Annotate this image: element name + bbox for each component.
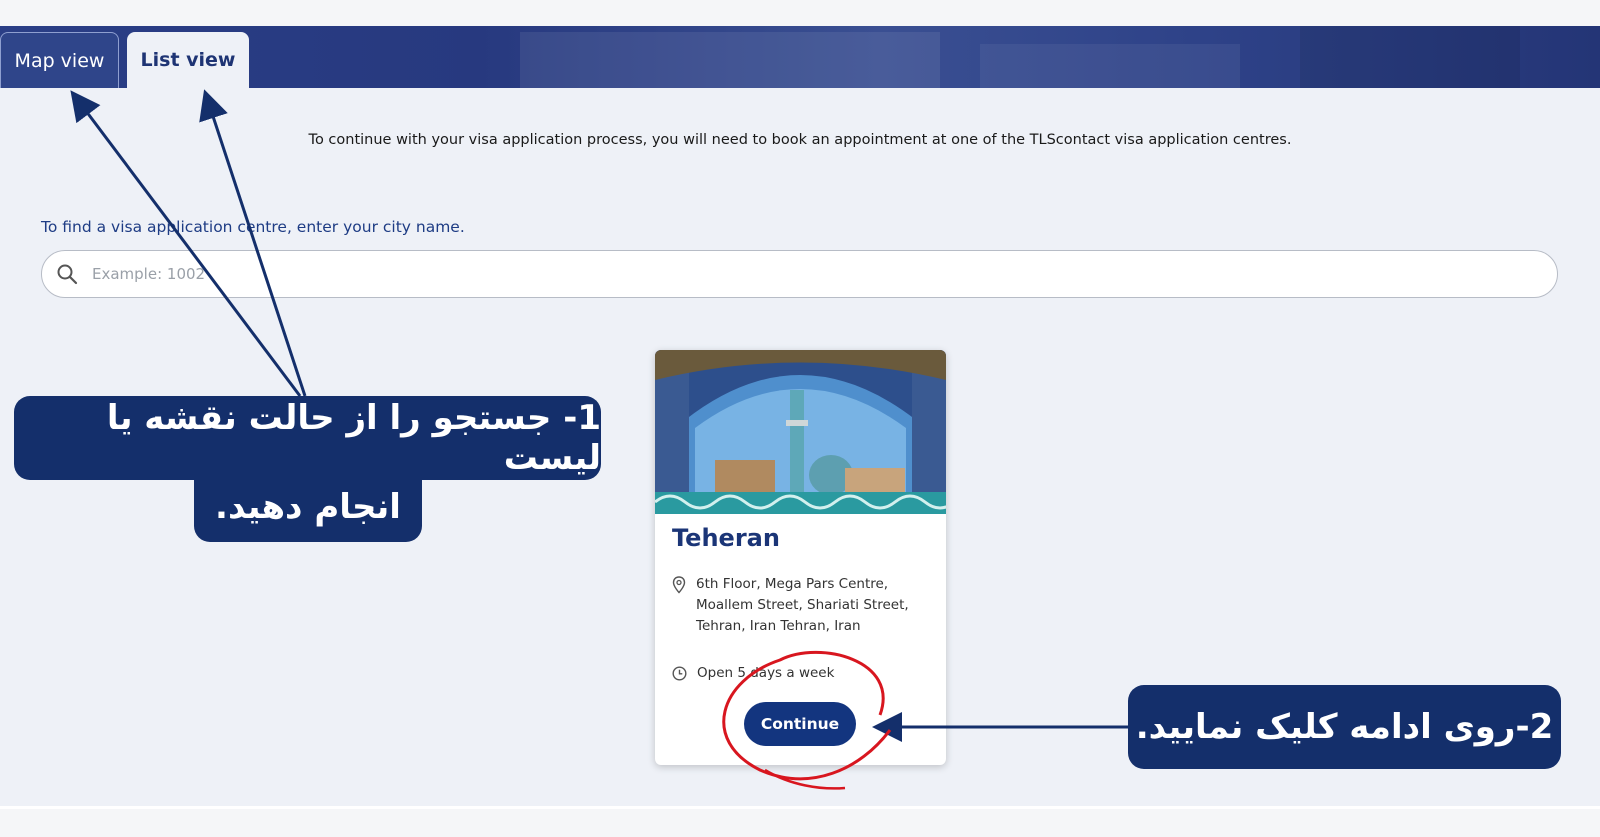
annotation-step1-line2: انجام دهید. [194,472,422,542]
footer-divider [0,806,1600,809]
intro-text: To continue with your visa application p… [308,132,1292,148]
hours-row: Open 5 days a week [672,665,834,681]
opening-hours: Open 5 days a week [697,665,835,681]
centre-address: 6th Floor, Mega Pars Centre, Moallem Str… [696,576,909,634]
centre-card: Teheran 6th Floor, Mega Pars Centre, Moa… [655,350,946,765]
tab-list-view[interactable]: List view [127,32,249,88]
search-box[interactable] [41,250,1558,298]
centre-city-name: Teheran [672,524,780,552]
address-row: 6th Floor, Mega Pars Centre, Moallem Str… [672,574,937,637]
search-icon [57,264,78,285]
tab-map-view[interactable]: Map view [0,32,119,88]
continue-button[interactable]: Continue [744,702,856,746]
mosque-image [655,350,946,514]
annotation-step1-line1: 1- جستجو را از حالت نقشه یا لیست [14,396,601,480]
annotation-step2: 2-روی ادامه کلیک نمایید. [1128,685,1561,769]
city-search-input[interactable] [90,264,1494,284]
location-pin-icon [672,576,686,594]
search-label: To find a visa application centre, enter… [41,218,465,236]
clock-icon [672,665,687,681]
